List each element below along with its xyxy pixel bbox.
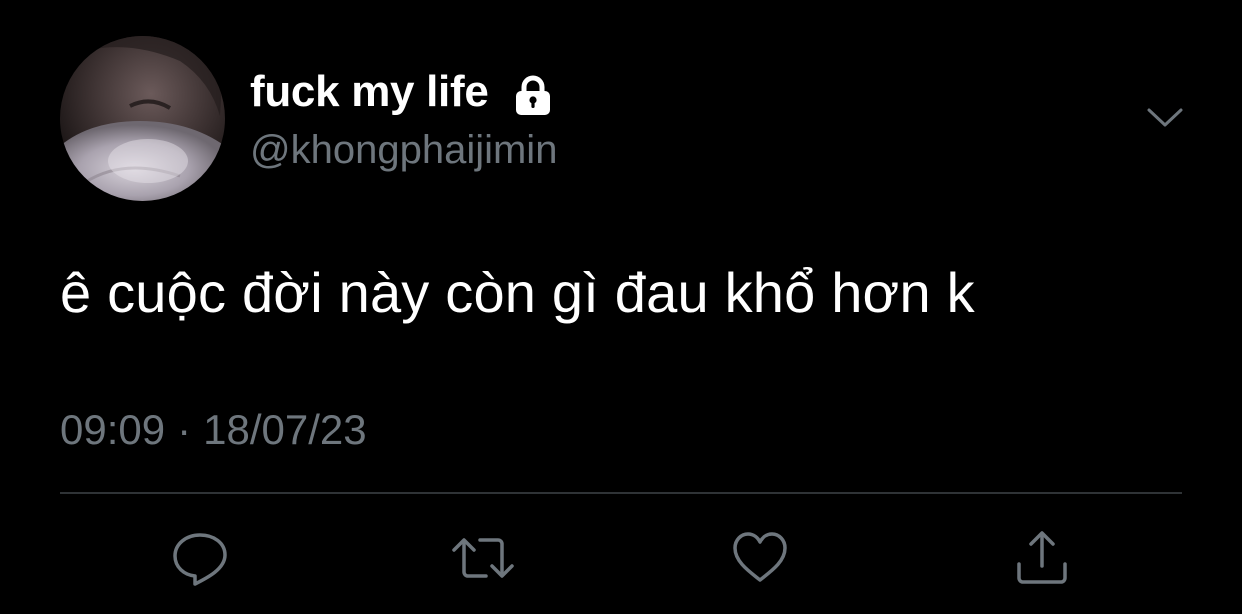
like-button[interactable] <box>730 528 790 588</box>
chevron-down-icon[interactable] <box>1145 100 1185 136</box>
tweet-time: 09:09 <box>60 406 166 453</box>
tweet-text: ê cuộc đời này còn gì đau khổ hơn k <box>60 261 975 324</box>
reply-icon <box>173 533 227 586</box>
heart-icon <box>733 532 787 582</box>
lock-icon <box>511 73 555 117</box>
display-name[interactable]: fuck my life <box>250 66 555 118</box>
share-button[interactable] <box>1012 528 1072 588</box>
tweet-date: 18/07/23 <box>203 406 367 453</box>
avatar[interactable] <box>60 36 225 201</box>
reply-button[interactable] <box>170 528 230 588</box>
retweet-button[interactable] <box>448 528 514 588</box>
retweet-icon <box>452 538 514 578</box>
tweet-metadata: 09:09 · 18/07/23 <box>60 404 367 456</box>
display-name-text: fuck my life <box>250 67 489 116</box>
meta-separator: · <box>177 406 192 453</box>
divider <box>60 492 1182 494</box>
handle[interactable]: @khongphaijimin <box>250 126 557 174</box>
share-icon <box>1017 531 1067 584</box>
